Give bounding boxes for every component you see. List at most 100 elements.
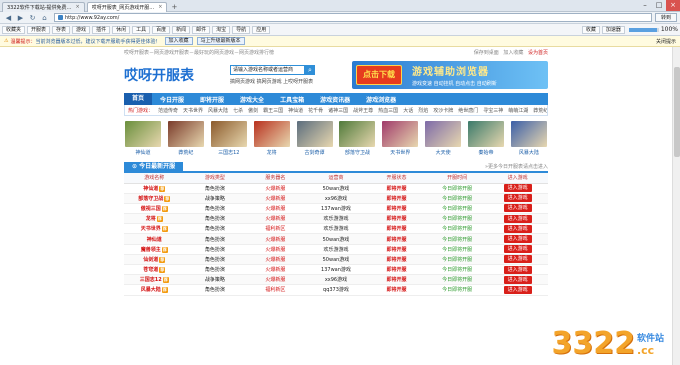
forward-icon[interactable]: ▶ <box>15 13 26 23</box>
favorite-item[interactable]: 邮件 <box>192 25 211 34</box>
enter-game-button[interactable]: 进入游戏 <box>503 245 532 254</box>
game-name-cell[interactable]: 部落守卫战荐 <box>124 193 185 204</box>
hot-game-link[interactable]: 天书世界 <box>183 107 203 114</box>
game-name-cell[interactable]: 三国志12 荐 <box>124 274 185 286</box>
more-link[interactable]: »更多今日开服表请点击进入 <box>485 163 548 170</box>
site-logo[interactable]: 哎呀开服表 <box>124 65 224 85</box>
favorite-item[interactable]: 百度 <box>152 25 171 34</box>
browser-banner[interactable]: 点击下载 游戏辅助浏览器 游戏变速 自动挂机 自动点击 自动刷新 <box>352 61 548 89</box>
hot-words[interactable]: 搞网页游戏 搞网页游戏 上哎呀开服表 <box>230 78 350 85</box>
game-name-cell[interactable]: 风暴大陆荐 <box>124 284 185 296</box>
hot-game-link[interactable]: 大话 <box>403 107 413 114</box>
game-name[interactable]: 三国志12 <box>140 277 162 283</box>
favorite-item[interactable]: 插件 <box>92 25 111 34</box>
nav-item[interactable]: 首页 <box>124 93 153 105</box>
favorite-item[interactable]: 开服表 <box>27 25 51 34</box>
server-name-cell[interactable]: 火爆新服 <box>245 264 306 276</box>
server-name-cell[interactable]: 火爆新服 <box>245 254 306 266</box>
enter-game-button[interactable]: 进入游戏 <box>503 194 532 203</box>
game-name[interactable]: 魔兽领主 <box>141 247 161 253</box>
game-card[interactable]: 莽荒纪 <box>167 121 205 159</box>
hot-game-link[interactable]: 七杀 <box>233 107 243 114</box>
add-favorite-link[interactable]: 加入收藏 <box>503 50 523 56</box>
zoom-level[interactable]: 100% <box>661 26 678 33</box>
nav-item[interactable]: 游戏大全 <box>232 95 272 104</box>
server-name-cell[interactable]: 火爆新服 <box>245 274 306 286</box>
hot-game-link[interactable]: 诸神三国 <box>328 107 348 114</box>
hot-game-link[interactable]: 花千骨 <box>308 107 323 114</box>
game-name-cell[interactable]: 傲视三国荐 <box>124 203 185 215</box>
game-name[interactable]: 神仙道 <box>147 237 162 243</box>
game-name-cell[interactable]: 仙剑道荐 <box>124 254 185 266</box>
nav-item[interactable]: 游戏浏览器 <box>358 95 404 104</box>
game-card[interactable]: 天书世界 <box>381 121 419 159</box>
hot-game-link[interactable]: 烈焰 <box>418 107 428 114</box>
back-icon[interactable]: ◀ <box>3 13 14 23</box>
enter-game-button[interactable]: 进入游戏 <box>503 235 532 244</box>
game-name[interactable]: 神仙道 <box>124 149 162 156</box>
server-name-cell[interactable]: 福利新区 <box>245 284 306 296</box>
hot-game-link[interactable]: 攻沙卡牌 <box>433 107 453 114</box>
enter-game-button[interactable]: 进入游戏 <box>503 204 532 213</box>
search-icon[interactable]: ⌕ <box>305 65 315 75</box>
game-name-cell[interactable]: 魔兽领主荐 <box>124 244 185 255</box>
hot-game-link[interactable]: 风暴大陆 <box>208 107 228 114</box>
game-name[interactable]: 秦始帝 <box>467 149 505 156</box>
enter-game-button[interactable]: 进入游戏 <box>503 265 532 274</box>
minimize-icon[interactable]: – <box>638 0 652 11</box>
server-name-cell[interactable]: 火爆新服 <box>245 203 306 215</box>
hot-game-link[interactable]: 霸王三国 <box>263 107 283 114</box>
collect-button[interactable]: 收藏 <box>581 25 600 34</box>
game-name[interactable]: 风暴大陆 <box>141 287 161 293</box>
favorite-item[interactable]: 存表 <box>52 25 71 34</box>
game-name[interactable]: 古剑奇谭 <box>296 149 334 156</box>
nav-item[interactable]: 今日开服 <box>152 95 192 104</box>
new-tab-button[interactable]: + <box>169 3 179 11</box>
enter-game-button[interactable]: 进入游戏 <box>503 285 532 294</box>
game-thumbnail[interactable] <box>339 121 376 147</box>
server-name-cell[interactable]: 火爆新服 <box>245 244 306 255</box>
upgrade-button[interactable]: 马上升级最新版本 <box>196 37 245 45</box>
enter-game-button[interactable]: 进入游戏 <box>503 184 532 193</box>
tab-close-icon[interactable]: × <box>76 4 80 10</box>
browser-tab[interactable]: 3322软件下载站-提供免费… × <box>2 1 85 12</box>
nav-item[interactable]: 游戏资讯器 <box>312 95 358 104</box>
game-name[interactable]: 三国志12 <box>210 149 248 156</box>
go-button[interactable]: 转到 <box>654 13 677 22</box>
game-card[interactable]: 大天使 <box>424 121 462 159</box>
browser-tab[interactable]: 哎呀开服表_网页游戏开服… × <box>86 1 168 12</box>
close-icon[interactable]: × <box>666 0 680 11</box>
server-name-cell[interactable]: 福利新区 <box>245 223 306 235</box>
server-name-cell[interactable]: 火爆新服 <box>245 193 306 204</box>
hot-game-link[interactable]: 绝世唐门 <box>458 107 478 114</box>
game-name[interactable]: 龙将 <box>146 216 156 222</box>
hot-game-link[interactable]: 范迪传奇 <box>158 107 178 114</box>
game-name-cell[interactable]: 天书世界荐 <box>124 223 185 235</box>
game-thumbnail[interactable] <box>468 121 504 147</box>
server-name-cell[interactable]: 火爆新服 <box>245 183 306 194</box>
game-name-cell[interactable]: 龙将荐 <box>124 213 185 225</box>
game-card[interactable]: 三国志12 <box>210 121 248 159</box>
hot-game-link[interactable]: 寻宝三神 <box>483 107 503 114</box>
hot-game-link[interactable]: 傲剑 <box>248 107 258 114</box>
server-name-cell[interactable]: 火爆新服 <box>245 233 306 245</box>
save-desktop-link[interactable]: 保存到桌面 <box>474 50 499 56</box>
game-name[interactable]: 莽荒纪 <box>167 149 205 156</box>
tab-close-icon[interactable]: × <box>158 4 162 10</box>
game-thumbnail[interactable] <box>210 121 247 147</box>
volume-slider[interactable] <box>628 27 659 32</box>
game-card[interactable]: 古剑奇谭 <box>296 121 334 159</box>
address-input[interactable]: http://www.92ay.com/ <box>54 13 652 22</box>
game-name-cell[interactable]: 苍穹道荐 <box>124 264 185 276</box>
game-thumbnail[interactable] <box>253 121 290 147</box>
vertical-scrollbar[interactable] <box>672 47 680 365</box>
set-homepage-link[interactable]: 设为首页 <box>528 50 548 56</box>
game-thumbnail[interactable] <box>167 121 204 147</box>
refresh-icon[interactable]: ↻ <box>27 13 38 23</box>
favorite-item[interactable]: 收藏夹 <box>2 25 26 34</box>
game-card[interactable]: 部落守卫战 <box>338 121 376 159</box>
game-card[interactable]: 秦始帝 <box>467 121 505 159</box>
game-name[interactable]: 大天使 <box>424 149 462 156</box>
game-thumbnail[interactable] <box>382 121 419 147</box>
close-notice-link[interactable]: 关闭提示 <box>656 38 676 45</box>
